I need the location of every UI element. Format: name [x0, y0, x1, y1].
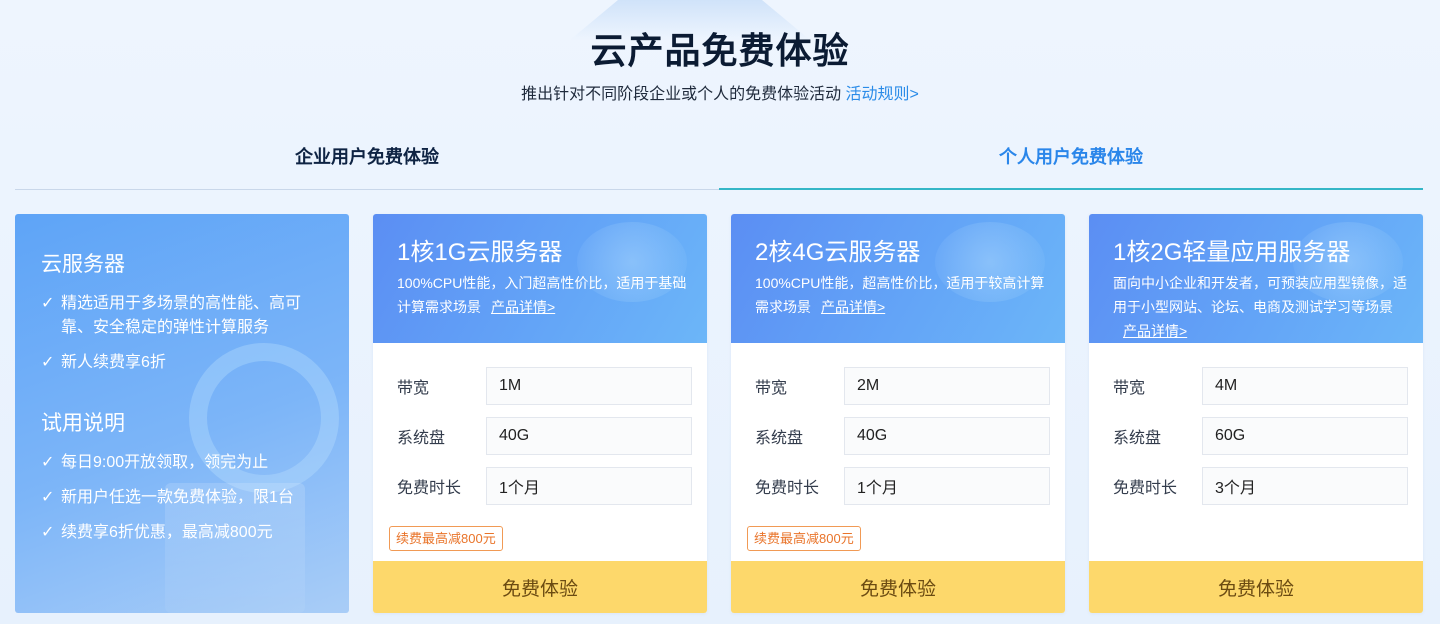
- info-list-item: ✓ 精选适用于多场景的高性能、高可靠、安全稳定的弹性计算服务: [41, 292, 323, 340]
- rules-link[interactable]: 活动规则>: [846, 86, 919, 103]
- spec-rows: 带宽 4M 系统盘 60G 免费时长 3个月: [1089, 343, 1423, 505]
- tab-enterprise[interactable]: 企业用户免费体验: [15, 122, 719, 189]
- renewal-badge: 续费最高减800元: [747, 526, 861, 551]
- page-subtitle: 推出针对不同阶段企业或个人的免费体验活动 活动规则>: [0, 80, 1440, 104]
- spec-row-disk: 系统盘 60G: [1113, 417, 1409, 455]
- spec-row-disk: 系统盘 40G: [755, 417, 1051, 455]
- trial-notes-title: 试用说明: [41, 412, 125, 435]
- duration-value: 1个月: [844, 467, 1050, 505]
- check-icon: ✓: [41, 454, 55, 471]
- product-header: 1核1G云服务器 100%CPU性能，入门超高性价比，适用于基础计算需求场景 产品…: [373, 214, 707, 343]
- disk-value: 60G: [1202, 417, 1408, 455]
- spec-row-duration: 免费时长 3个月: [1113, 467, 1409, 505]
- info-list-item: ✓ 新人续费享6折: [41, 351, 323, 375]
- check-icon: ✓: [41, 489, 55, 506]
- spec-rows: 带宽 2M 系统盘 40G 免费时长 1个月: [731, 343, 1065, 505]
- duration-value: 3个月: [1202, 467, 1408, 505]
- disk-value: 40G: [844, 417, 1050, 455]
- check-icon: ✓: [41, 354, 55, 371]
- product-card: 2核4G云服务器 100%CPU性能，超高性价比，适用于较高计算需求场景 产品详情…: [731, 214, 1065, 613]
- bandwidth-value: 1M: [486, 367, 692, 405]
- duration-value: 1个月: [486, 467, 692, 505]
- renewal-badge: 续费最高减800元: [389, 526, 503, 551]
- free-trial-button[interactable]: 免费体验: [731, 561, 1065, 613]
- product-detail-link[interactable]: 产品详情>: [821, 299, 885, 315]
- product-detail-link[interactable]: 产品详情>: [491, 299, 555, 315]
- trial-notes-list: ✓ 每日9:00开放领取，领完为止 ✓ 新用户任选一款免费体验，限1台 ✓ 续费享6折…: [41, 451, 323, 545]
- spec-row-bandwidth: 带宽 2M: [755, 367, 1051, 405]
- free-trial-page: 云产品免费体验 推出针对不同阶段企业或个人的免费体验活动 活动规则> 企业用户免…: [0, 0, 1440, 624]
- info-list: ✓ 精选适用于多场景的高性能、高可靠、安全稳定的弹性计算服务 ✓ 新人续费享6折: [41, 292, 323, 375]
- product-desc: 面向中小企业和开发者，可预装应用型镜像，适用于小型网站、论坛、电商及测试学习等场…: [1113, 275, 1407, 339]
- info-card: 云服务器 ✓ 精选适用于多场景的高性能、高可靠、安全稳定的弹性计算服务 ✓ 新人续费…: [15, 214, 349, 613]
- product-name: 1核1G云服务器: [397, 239, 563, 266]
- spec-row-disk: 系统盘 40G: [397, 417, 693, 455]
- info-section-title: 云服务器: [41, 253, 125, 276]
- free-trial-button[interactable]: 免费体验: [1089, 561, 1423, 613]
- product-card: 1核2G轻量应用服务器 面向中小企业和开发者，可预装应用型镜像，适用于小型网站、…: [1089, 214, 1423, 613]
- disk-value: 40G: [486, 417, 692, 455]
- check-icon: ✓: [41, 295, 55, 312]
- free-trial-button[interactable]: 免费体验: [373, 561, 707, 613]
- product-desc: 100%CPU性能，超高性价比，适用于较高计算需求场景 产品详情>: [755, 275, 1045, 315]
- spec-row-bandwidth: 带宽 4M: [1113, 367, 1409, 405]
- check-icon: ✓: [41, 524, 55, 541]
- subtitle-text: 推出针对不同阶段企业或个人的免费体验活动: [521, 86, 842, 103]
- page-title: 云产品免费体验: [590, 30, 850, 71]
- bandwidth-value: 2M: [844, 367, 1050, 405]
- product-header: 1核2G轻量应用服务器 面向中小企业和开发者，可预装应用型镜像，适用于小型网站、…: [1089, 214, 1423, 343]
- product-name: 1核2G轻量应用服务器: [1113, 239, 1351, 266]
- product-name: 2核4G云服务器: [755, 239, 921, 266]
- info-list-item: ✓ 续费享6折优惠，最高减800元: [41, 521, 323, 545]
- product-detail-link[interactable]: 产品详情>: [1123, 323, 1187, 339]
- spec-row-bandwidth: 带宽 1M: [397, 367, 693, 405]
- info-list-item: ✓ 每日9:00开放领取，领完为止: [41, 451, 323, 475]
- bandwidth-value: 4M: [1202, 367, 1408, 405]
- spec-rows: 带宽 1M 系统盘 40G 免费时长 1个月: [373, 343, 707, 505]
- product-card: 1核1G云服务器 100%CPU性能，入门超高性价比，适用于基础计算需求场景 产品…: [373, 214, 707, 613]
- spec-row-duration: 免费时长 1个月: [755, 467, 1051, 505]
- product-desc: 100%CPU性能，入门超高性价比，适用于基础计算需求场景 产品详情>: [397, 275, 687, 315]
- tab-personal[interactable]: 个人用户免费体验: [719, 122, 1423, 190]
- product-header: 2核4G云服务器 100%CPU性能，超高性价比，适用于较高计算需求场景 产品详情…: [731, 214, 1065, 343]
- spec-row-duration: 免费时长 1个月: [397, 467, 693, 505]
- info-list-item: ✓ 新用户任选一款免费体验，限1台: [41, 486, 323, 510]
- user-type-tabs: 企业用户免费体验 个人用户免费体验: [15, 122, 1423, 190]
